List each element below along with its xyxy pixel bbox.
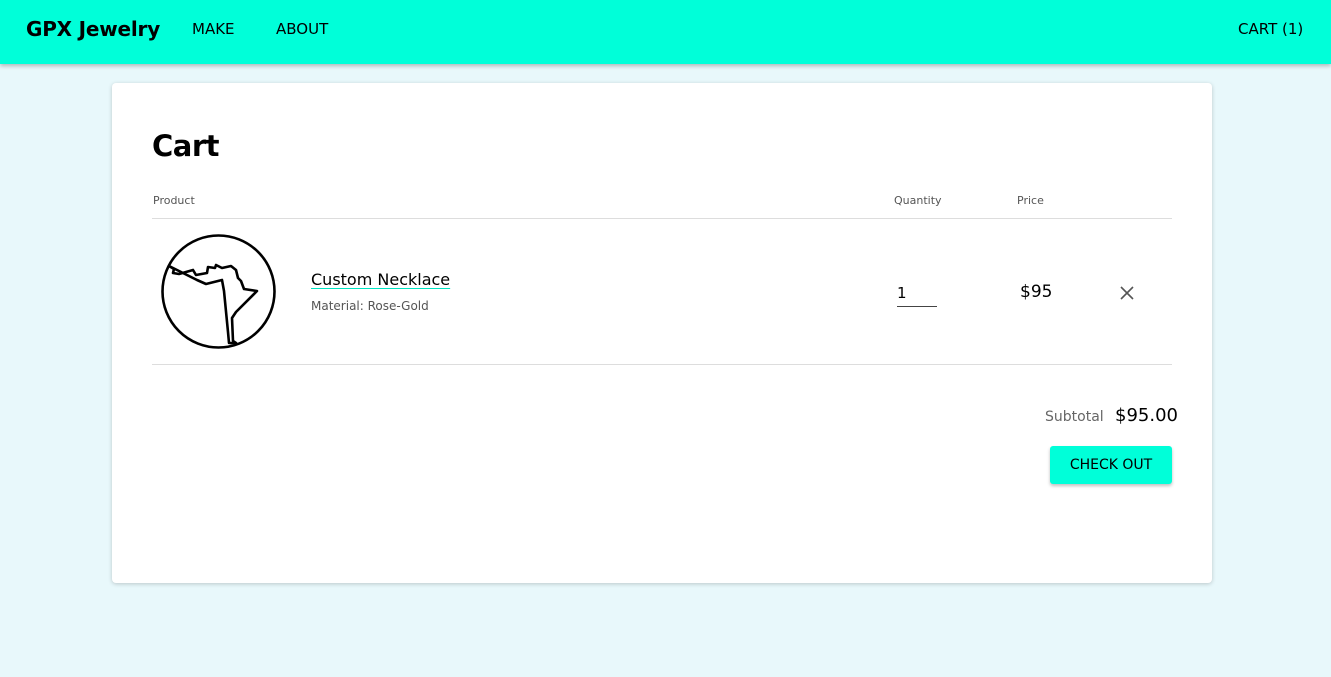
- page-title: Cart: [152, 129, 220, 163]
- subtotal-label: Subtotal: [1045, 409, 1104, 425]
- necklace-thumbnail-icon[interactable]: [160, 233, 277, 350]
- column-header-quantity: Quantity: [894, 194, 942, 207]
- brand-logo[interactable]: GPX Jewelry: [26, 17, 160, 41]
- table-divider-top: [152, 218, 1172, 219]
- nav-cart-link[interactable]: CART (1): [1238, 20, 1303, 38]
- top-nav-bar: GPX Jewelry MAKE ABOUT CART (1): [0, 0, 1331, 64]
- column-header-product: Product: [153, 194, 195, 207]
- cart-card: Cart Product Quantity Price Custom Neckl…: [112, 83, 1212, 583]
- table-divider-bottom: [152, 364, 1172, 365]
- quantity-input[interactable]: [897, 279, 937, 307]
- product-material: Material: Rose-Gold: [311, 299, 429, 313]
- item-price: $95: [1020, 282, 1053, 302]
- column-header-price: Price: [1017, 194, 1044, 207]
- nav-make-link[interactable]: MAKE: [192, 20, 235, 38]
- close-icon[interactable]: [1116, 282, 1138, 304]
- subtotal-value: $95.00: [1115, 405, 1178, 426]
- checkout-button[interactable]: CHECK OUT: [1050, 446, 1172, 484]
- nav-about-link[interactable]: ABOUT: [276, 20, 328, 38]
- product-name-link[interactable]: Custom Necklace: [311, 270, 450, 289]
